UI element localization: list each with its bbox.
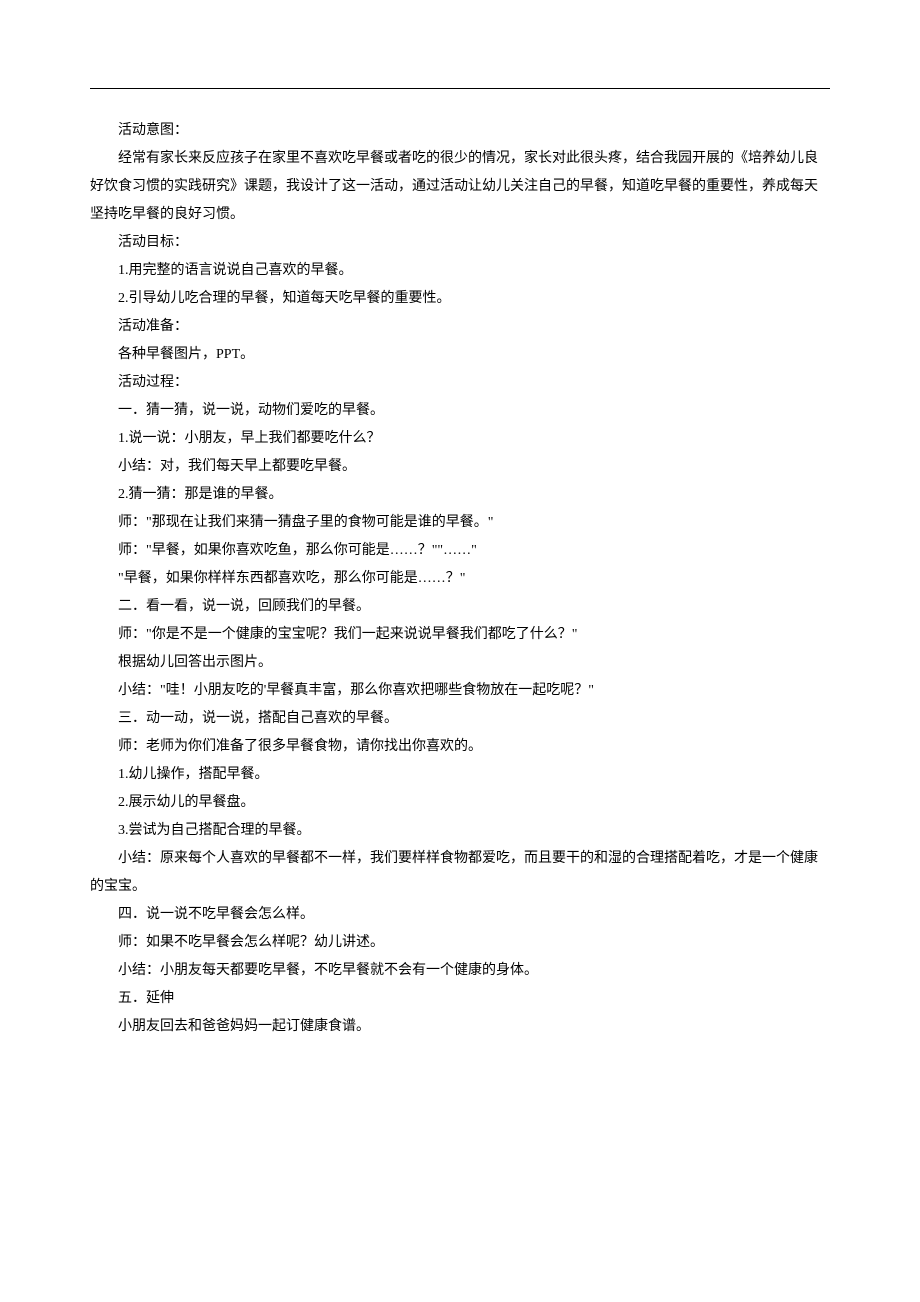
paragraph-line: 2.引导幼儿吃合理的早餐，知道每天吃早餐的重要性。: [90, 285, 830, 313]
paragraph-line: 二．看一看，说一说，回顾我们的早餐。: [90, 593, 830, 621]
paragraph-line: 小结：原来每个人喜欢的早餐都不一样，我们要样样食物都爱吃，而且要干的和湿的合理搭…: [90, 845, 830, 901]
paragraph-line: 三．动一动，说一说，搭配自己喜欢的早餐。: [90, 705, 830, 733]
paragraph-line: 活动目标：: [90, 229, 830, 257]
paragraph-line: 活动过程：: [90, 369, 830, 397]
paragraph-line: 师：老师为你们准备了很多早餐食物，请你找出你喜欢的。: [90, 733, 830, 761]
paragraph-line: 五．延伸: [90, 985, 830, 1013]
paragraph-line: 师：如果不吃早餐会怎么样呢？幼儿讲述。: [90, 929, 830, 957]
paragraph-line: 活动准备：: [90, 313, 830, 341]
paragraph-line: 活动意图：: [90, 117, 830, 145]
paragraph-line: 小结：对，我们每天早上都要吃早餐。: [90, 453, 830, 481]
paragraph-line: 小朋友回去和爸爸妈妈一起订健康食谱。: [90, 1013, 830, 1041]
paragraph-line: 1.幼儿操作，搭配早餐。: [90, 761, 830, 789]
paragraph-line: 1.说一说：小朋友，早上我们都要吃什么？: [90, 425, 830, 453]
paragraph-line: "早餐，如果你样样东西都喜欢吃，那么你可能是……？": [90, 565, 830, 593]
paragraph-line: 四．说一说不吃早餐会怎么样。: [90, 901, 830, 929]
paragraph-line: 3.尝试为自己搭配合理的早餐。: [90, 817, 830, 845]
paragraph-line: 根据幼儿回答出示图片。: [90, 649, 830, 677]
paragraph-line: 一．猜一猜，说一说，动物们爱吃的早餐。: [90, 397, 830, 425]
paragraph-line: 师："早餐，如果你喜欢吃鱼，那么你可能是……？""……": [90, 537, 830, 565]
paragraph-line: 2.猜一猜：那是谁的早餐。: [90, 481, 830, 509]
paragraph-line: 师："那现在让我们来猜一猜盘子里的食物可能是谁的早餐。": [90, 509, 830, 537]
paragraph-line: 各种早餐图片，PPT。: [90, 341, 830, 369]
paragraph-line: 小结：小朋友每天都要吃早餐，不吃早餐就不会有一个健康的身体。: [90, 957, 830, 985]
paragraph-line: 经常有家长来反应孩子在家里不喜欢吃早餐或者吃的很少的情况，家长对此很头疼，结合我…: [90, 145, 830, 229]
paragraph-line: 2.展示幼儿的早餐盘。: [90, 789, 830, 817]
paragraph-line: 小结："哇！小朋友吃的'早餐真丰富，那么你喜欢把哪些食物放在一起吃呢？": [90, 677, 830, 705]
document-content: 活动意图：经常有家长来反应孩子在家里不喜欢吃早餐或者吃的很少的情况，家长对此很头…: [90, 117, 830, 1041]
paragraph-line: 师："你是不是一个健康的宝宝呢？我们一起来说说早餐我们都吃了什么？": [90, 621, 830, 649]
horizontal-divider: [90, 88, 830, 89]
paragraph-line: 1.用完整的语言说说自己喜欢的早餐。: [90, 257, 830, 285]
